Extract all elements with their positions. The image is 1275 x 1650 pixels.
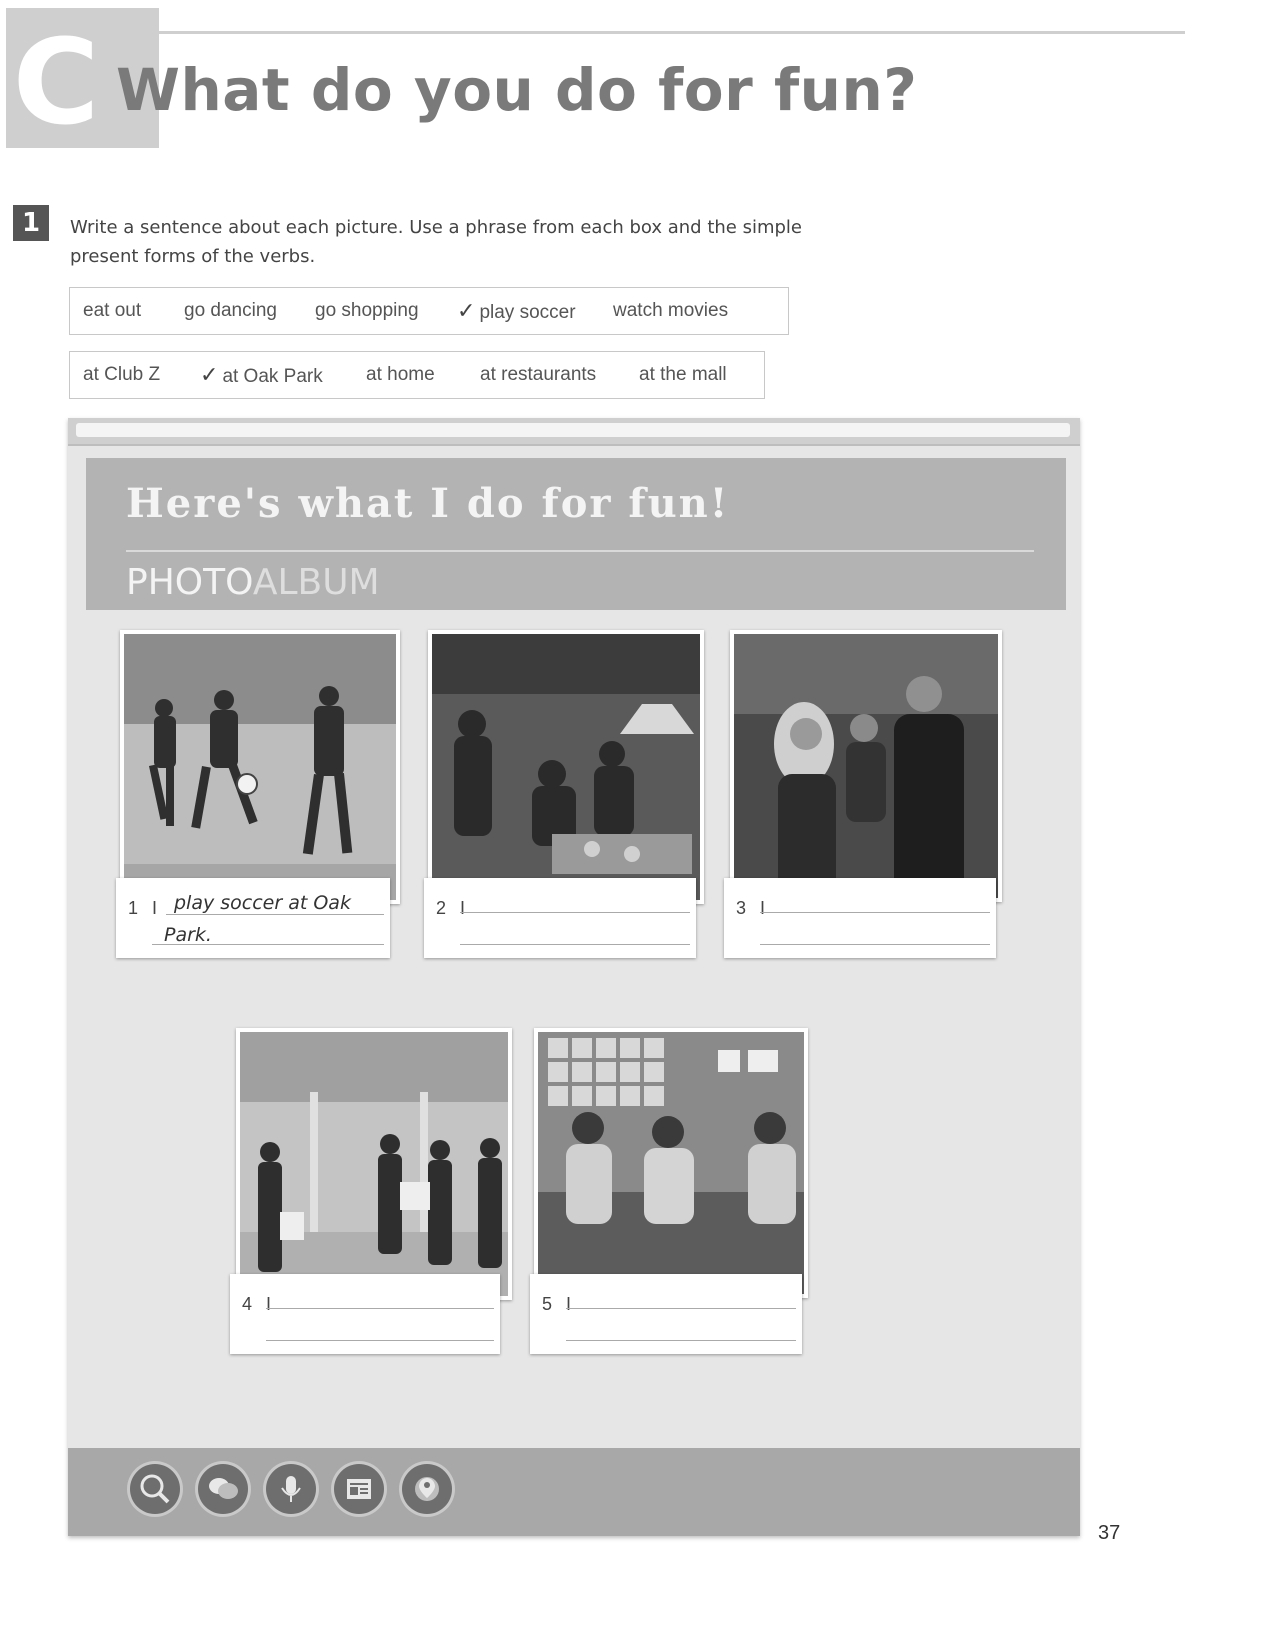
page-number: 37 [1098, 1522, 1121, 1544]
phrase-item: go dancing [184, 300, 277, 321]
item-number: 3 [736, 898, 747, 918]
caption-4: 4 I [230, 1274, 500, 1354]
answer-line-1: play soccer at Oak [174, 892, 351, 914]
item-pronoun: I [266, 1294, 272, 1314]
answer-line-2: Park. [164, 924, 212, 946]
album-header: Here's what I do for fun! PHOTOALBUM [86, 458, 1066, 610]
item-pronoun: I [760, 898, 766, 918]
item-number: 1 [128, 898, 139, 918]
caption-5: 5 I [530, 1274, 802, 1354]
checkmark-icon: ✓ [200, 362, 219, 387]
phrase-item: at restaurants [480, 364, 597, 385]
item-number: 2 [436, 898, 447, 918]
album-top-bar [68, 418, 1080, 446]
caption-3: 3 I [724, 878, 996, 958]
place-phrase-box: at Club Z ✓ at Oak Park at home at restau… [69, 351, 765, 399]
photo-soccer [120, 630, 400, 904]
caption-1: 1 I play soccer at Oak Park. [116, 878, 390, 958]
photo-dancing [730, 630, 1002, 902]
phrase-item-checked: ✓ play soccer [457, 298, 576, 323]
item-pronoun: I [152, 898, 158, 918]
exercise-instructions: Write a sentence about each picture. Use… [70, 217, 802, 267]
phrase-item: at Club Z [83, 364, 161, 385]
album-footer [68, 1448, 1080, 1536]
item-pronoun: I [566, 1294, 572, 1314]
phrase-item-checked: ✓ at Oak Park [200, 362, 323, 387]
photo-album: Here's what I do for fun! PHOTOALBUM 1 I… [68, 418, 1080, 1536]
item-number: 5 [542, 1294, 553, 1314]
checkmark-icon: ✓ [457, 298, 476, 323]
item-pronoun: I [460, 898, 466, 918]
globe-search-icon[interactable] [130, 1464, 180, 1514]
newspaper-icon[interactable] [334, 1464, 384, 1514]
speech-bubbles-icon[interactable] [198, 1464, 248, 1514]
photo-restaurant [428, 630, 704, 904]
album-subtitle-light: ALBUM [252, 562, 380, 603]
globe-pin-icon[interactable] [402, 1464, 452, 1514]
album-title-rule [126, 550, 1034, 552]
phrase-item: at home [366, 364, 435, 385]
phrase-item: go shopping [315, 300, 419, 321]
section-letter: C [12, 13, 100, 151]
album-subtitle-bold: PHOTO [126, 562, 253, 603]
album-subtitle: PHOTOALBUM [126, 562, 380, 603]
album-title: Here's what I do for fun! [126, 480, 730, 527]
phrase-item: eat out [83, 300, 142, 321]
photo-home [534, 1028, 808, 1298]
activity-phrase-box: eat out go dancing go shopping ✓ play soc… [69, 287, 789, 335]
header-rule [159, 31, 1185, 34]
photo-mall [236, 1028, 512, 1300]
exercise-number: 1 [13, 205, 49, 241]
microphone-icon[interactable] [266, 1464, 316, 1514]
phrase-item: at the mall [639, 364, 727, 385]
caption-2: 2 I [424, 878, 696, 958]
phrase-item: watch movies [613, 300, 729, 321]
item-number: 4 [242, 1294, 253, 1314]
page-title: What do you do for fun? [116, 56, 918, 124]
